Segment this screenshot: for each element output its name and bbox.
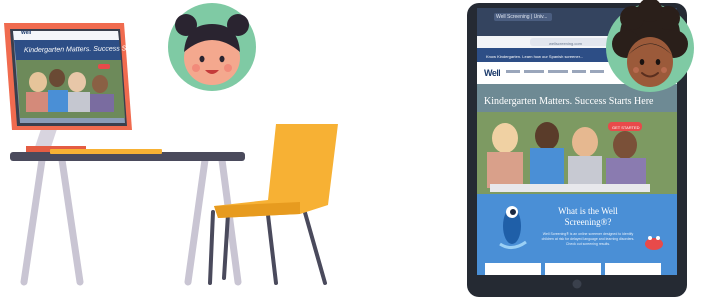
tablet-site-section-body: Well Screening® is an online screener de… — [541, 232, 635, 246]
girl-avatar — [168, 3, 256, 91]
desk-legs — [20, 156, 242, 286]
tablet-browser-url: wellscreening.com — [549, 41, 582, 46]
illustration-scene — [4, 0, 694, 297]
monitor-site-logo: Well — [21, 30, 32, 36]
tablet-site-logo: Well — [484, 68, 501, 78]
tablet-site-cta-label: GET STARTED — [612, 125, 640, 130]
tablet-site-banner: Know Kindergarten. Learn how our Spanish… — [486, 54, 584, 59]
tablet-browser-tab-title: Well Screening | Univ... — [496, 14, 548, 20]
keyboard — [50, 149, 162, 154]
tablet-home-button — [572, 279, 582, 289]
tablet-site-section-title: What is the Well Screening®? — [558, 206, 618, 227]
tablet-site-hero-text: Kindergarten Matters. Success Starts Her… — [484, 96, 654, 107]
